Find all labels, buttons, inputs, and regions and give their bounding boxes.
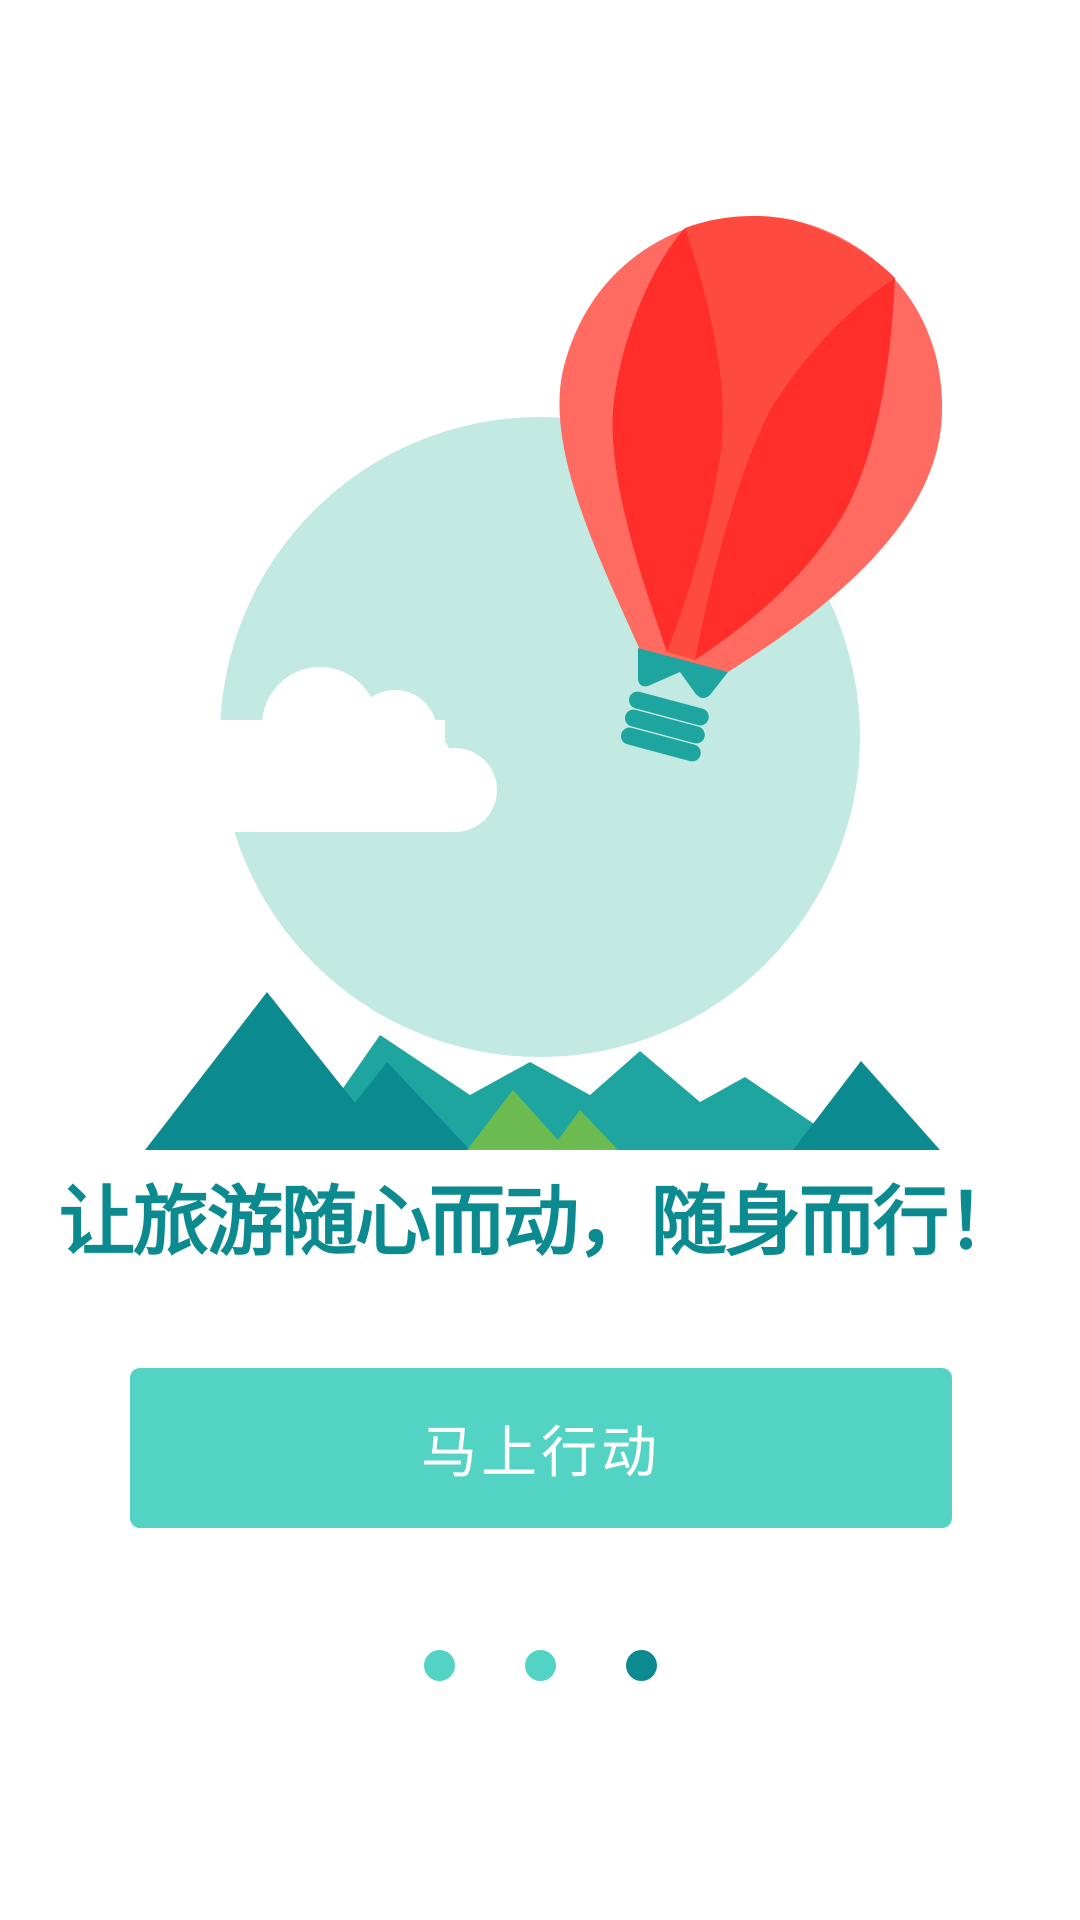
hot-air-balloon-illustration <box>145 215 943 1150</box>
start-now-button[interactable]: 马上行动 <box>130 1368 952 1528</box>
page-dot-2[interactable] <box>524 1650 556 1681</box>
page-indicator <box>0 1650 1080 1684</box>
page-dot-1[interactable] <box>423 1650 455 1681</box>
intro-screen: 让旅游随心而动，随身而行！ 马上行动 <box>0 0 1080 1920</box>
page-dot-3-active[interactable] <box>625 1650 657 1681</box>
mountain-right <box>793 1061 940 1150</box>
slogan-text: 让旅游随心而动，随身而行！ <box>59 1177 1023 1266</box>
